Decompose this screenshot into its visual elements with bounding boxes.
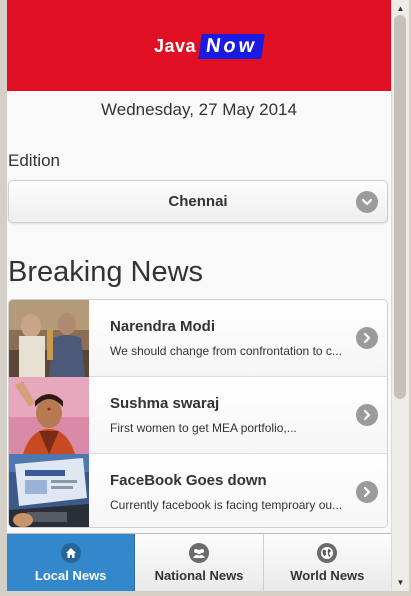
edition-label: Edition (8, 151, 60, 170)
news-thumbnail (9, 377, 89, 454)
app-logo: Java Now (154, 33, 266, 59)
chevron-right-icon (356, 404, 378, 426)
scroll-down-arrow[interactable]: ▼ (392, 574, 409, 591)
breaking-news-list: Narendra Modi We should change from conf… (8, 299, 388, 528)
vertical-scrollbar[interactable]: ▲ ▼ (391, 0, 409, 591)
breaking-news-heading: Breaking News (8, 256, 204, 288)
chevron-right-icon (356, 327, 378, 349)
news-thumbnail (9, 300, 89, 377)
news-title: FaceBook Goes down (110, 472, 267, 489)
news-title: Narendra Modi (110, 318, 216, 335)
group-icon (188, 543, 209, 563)
news-item-facebook[interactable]: FaceBook Goes down Currently facebook is… (9, 454, 387, 527)
edition-selected-value: Chennai (168, 193, 228, 210)
tab-label: National News (154, 568, 244, 583)
news-description: First women to get MEA portfolio,... (110, 421, 297, 435)
news-item-narendra-modi[interactable]: Narendra Modi We should change from conf… (9, 300, 387, 377)
bottom-navbar: Local News National News World News (7, 533, 391, 591)
tab-national-news[interactable]: National News (135, 534, 264, 591)
chevron-down-icon (356, 191, 378, 213)
news-description: We should change from confrontation to c… (110, 344, 342, 358)
globe-icon (317, 543, 338, 563)
tab-label: Local News (34, 568, 107, 583)
news-item-sushma-swaraj[interactable]: Sushma swaraj First women to get MEA por… (9, 377, 387, 454)
chevron-right-icon (356, 481, 378, 503)
scroll-thumb[interactable] (394, 15, 406, 399)
tab-world-news[interactable]: World News (263, 534, 391, 591)
app-header: Java Now (7, 0, 391, 91)
news-thumbnail (9, 454, 89, 527)
edition-select[interactable]: Chennai (8, 180, 388, 223)
tab-label: World News (290, 568, 365, 583)
app-screen: Java Now Wednesday, 27 May 2014 Edition … (7, 0, 391, 591)
logo-text-java: Java (154, 35, 197, 56)
news-description: Currently facebook is facing temproary o… (110, 498, 343, 512)
tab-local-news[interactable]: Local News (7, 534, 136, 591)
current-date: Wednesday, 27 May 2014 (101, 100, 297, 119)
home-icon (60, 543, 81, 563)
logo-text-now: Now (198, 33, 266, 59)
news-title: Sushma swaraj (110, 395, 220, 412)
